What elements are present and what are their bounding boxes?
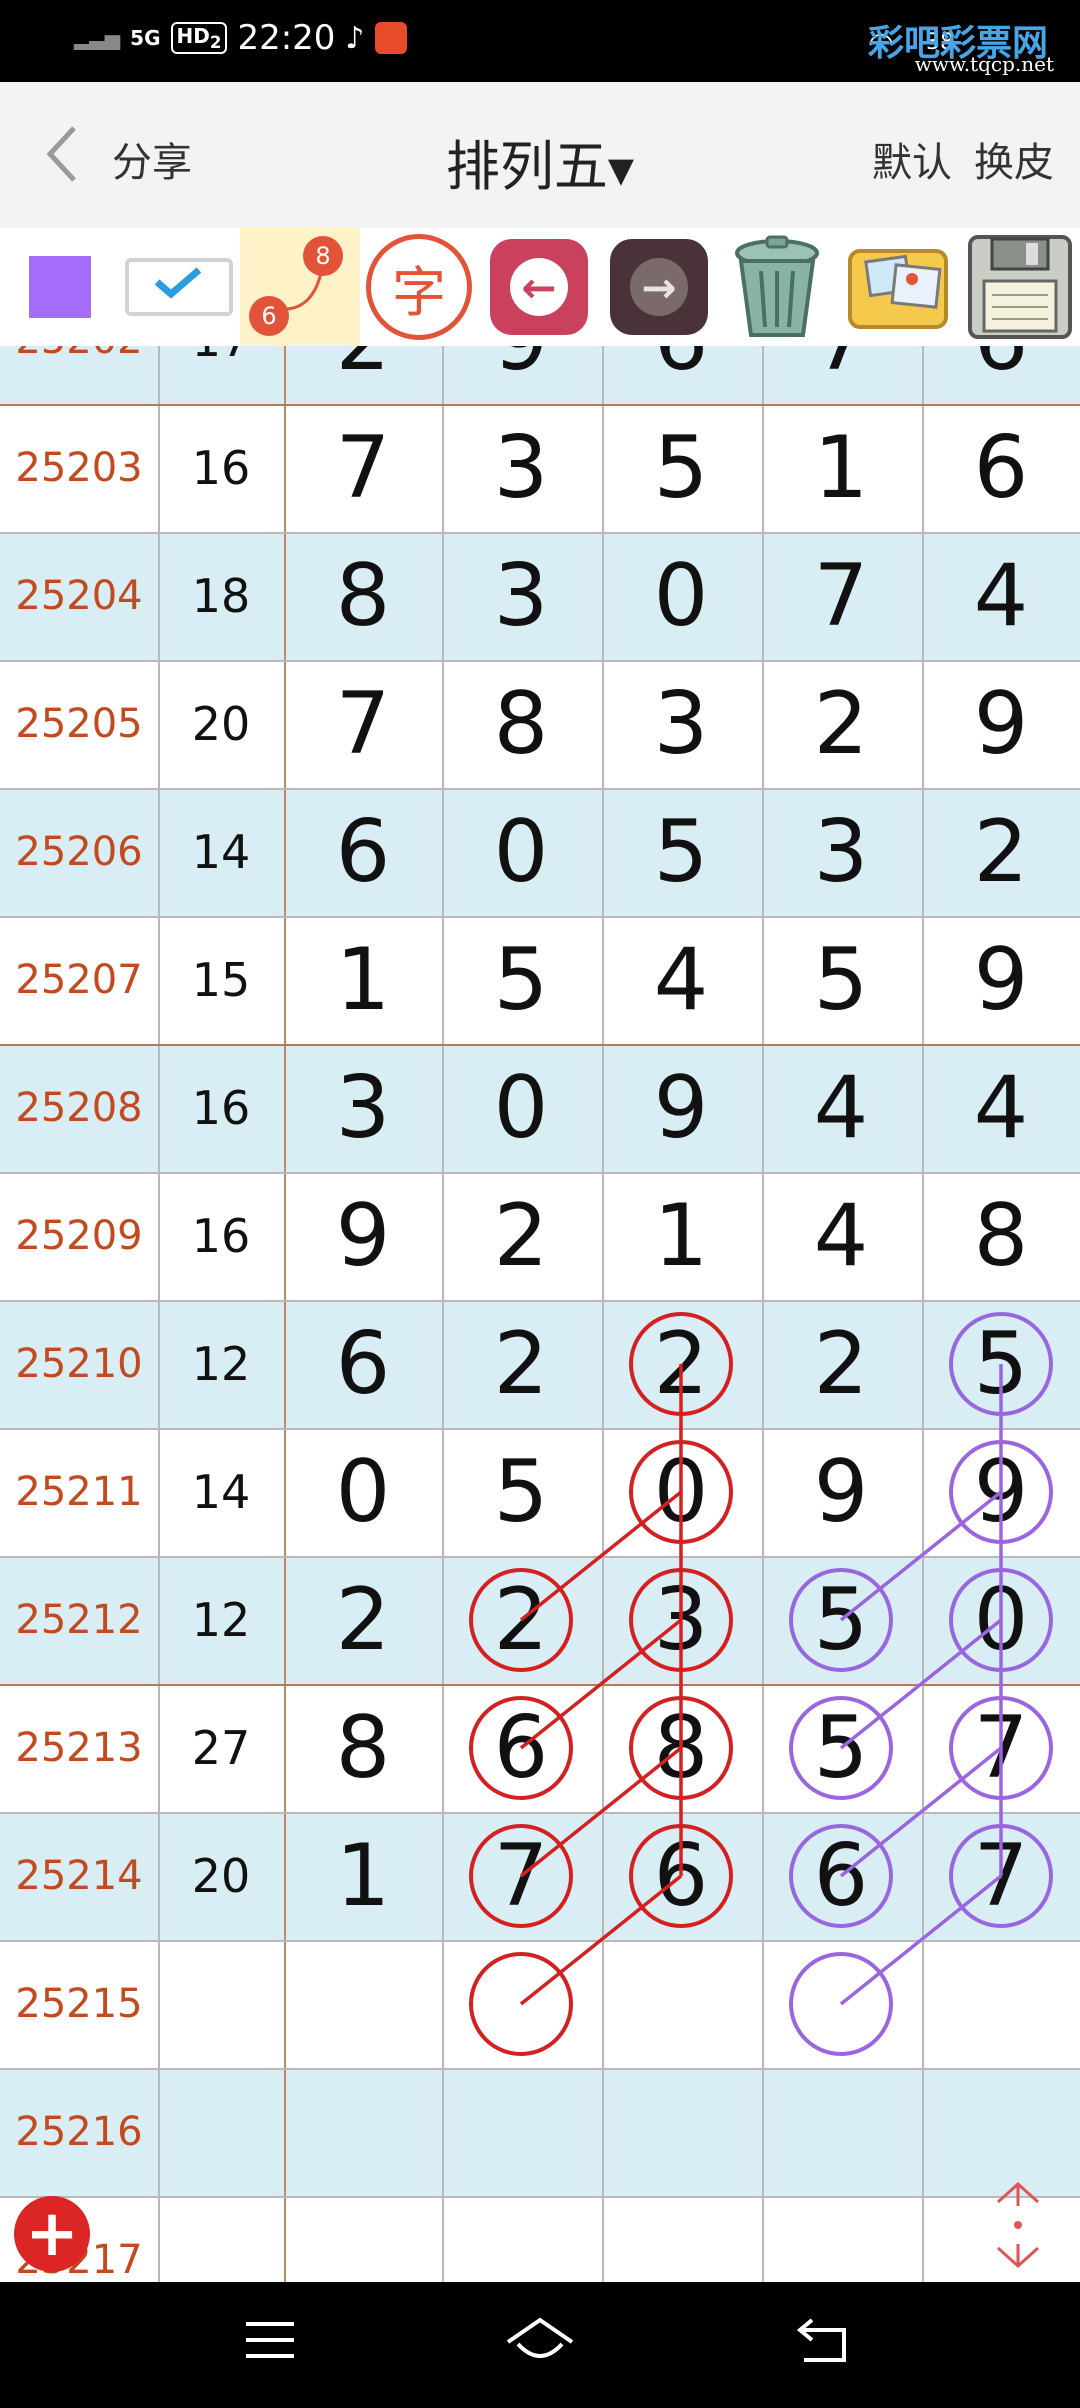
undo-button[interactable]: ← xyxy=(484,228,594,346)
scroll-toggle-button[interactable] xyxy=(990,2180,1046,2270)
menu-nav-button[interactable] xyxy=(244,2314,296,2370)
network-type: 5G xyxy=(130,26,161,50)
clock: 22:20 xyxy=(237,18,336,58)
app-bar-actions: 默认 换皮 xyxy=(872,130,1054,188)
purple-diagonal-connector xyxy=(839,1490,1003,1622)
redo-button[interactable]: → xyxy=(604,228,714,346)
drawing-toolbar: 8 6 字 ← → xyxy=(0,228,1080,348)
annotation-layer xyxy=(469,1312,1053,2056)
red-diagonal-connector xyxy=(519,1490,683,1622)
plus-icon: + xyxy=(25,2197,79,2271)
floppy-disk-icon xyxy=(968,235,1072,339)
trash-can-icon xyxy=(735,235,819,337)
color-swatch xyxy=(29,256,91,318)
tiktok-icon: ♪ xyxy=(345,20,365,56)
purple-diagonal-connector xyxy=(839,1874,1003,2006)
photo-gallery-icon xyxy=(848,249,948,329)
link-from-badge: 6 xyxy=(249,296,289,336)
arrow-left-icon: ← xyxy=(490,239,588,335)
hd-voice-icon: HD2 xyxy=(170,22,228,54)
clear-button[interactable] xyxy=(718,228,836,346)
cellular-signal-icon: ▂▃▅ xyxy=(74,26,121,50)
checkmark-icon xyxy=(125,258,233,316)
menu-icon xyxy=(246,2322,294,2358)
arrow-right-icon: → xyxy=(610,239,708,335)
text-tool-button[interactable]: 字 xyxy=(364,228,474,346)
checkbox-tool-button[interactable] xyxy=(120,228,238,346)
purple-diagonal-connector xyxy=(839,1618,1003,1750)
connect-line-icon: 8 6 xyxy=(245,232,355,342)
red-diagonal-connector xyxy=(519,1874,683,2006)
status-left: ▂▃▅ 5G HD2 22:20 ♪ xyxy=(74,18,407,58)
back-arrow-icon xyxy=(796,2318,846,2362)
red-diagonal-connector xyxy=(519,1746,683,1878)
link-to-badge: 8 xyxy=(303,236,343,276)
home-icon xyxy=(506,2317,574,2358)
save-button[interactable] xyxy=(960,228,1080,346)
system-nav-bar xyxy=(0,2282,1080,2408)
back-nav-button[interactable] xyxy=(796,2314,852,2370)
up-down-arrows-icon xyxy=(996,2181,1040,2269)
change-skin-button[interactable]: 换皮 xyxy=(974,130,1054,188)
add-button[interactable]: + xyxy=(14,2196,90,2272)
home-nav-button[interactable] xyxy=(504,2314,576,2374)
gallery-button[interactable] xyxy=(838,228,958,346)
caret-down-icon: ▼ xyxy=(607,150,635,191)
draw-chart-grid[interactable]: 2520217296762520316735162520418830742520… xyxy=(0,346,1080,2282)
hd-sub: 2 xyxy=(209,33,222,52)
page-title: 排列五 xyxy=(445,135,608,198)
default-button[interactable]: 默认 xyxy=(872,130,952,188)
status-right: ◠ 38 彩吧彩票网 www.tqcp.net xyxy=(868,6,1068,76)
hd-label: HD xyxy=(176,24,210,48)
color-picker-button[interactable] xyxy=(14,228,106,346)
watermark-url: www.tqcp.net xyxy=(914,52,1054,76)
purple-diagonal-connector xyxy=(839,1746,1003,1878)
app-bar: 分享 排列五▼ 默认 换皮 xyxy=(0,82,1080,228)
red-diagonal-connector xyxy=(519,1618,683,1750)
notification-app-icon xyxy=(374,22,407,54)
text-tool-icon: 字 xyxy=(366,234,472,340)
connect-line-tool-button[interactable]: 8 6 xyxy=(240,228,360,346)
status-bar: ▂▃▅ 5G HD2 22:20 ♪ ◠ 38 彩吧彩票网 www.tqcp.n… xyxy=(0,0,1080,82)
